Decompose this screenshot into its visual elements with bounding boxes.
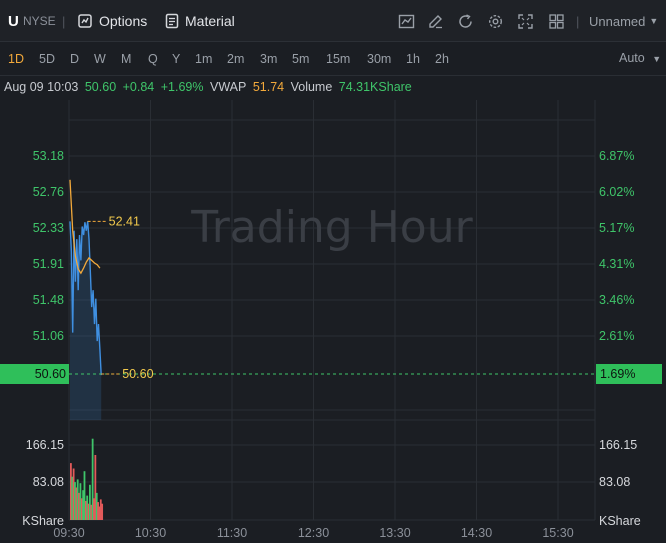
volume-axis-label: 166.15 bbox=[599, 438, 637, 452]
symbol-label[interactable]: U bbox=[8, 0, 19, 42]
tab-period[interactable]: 1m bbox=[195, 42, 212, 76]
tab-period[interactable]: 2h bbox=[435, 42, 449, 76]
time-axis-label: 15:30 bbox=[542, 526, 573, 540]
fullscreen-icon[interactable] bbox=[517, 13, 534, 30]
price-axis-label: 51.48 bbox=[33, 293, 64, 307]
quote-info-bar: Aug 09 10:03 50.60 +0.84 +1.69% VWAP 51.… bbox=[4, 80, 415, 98]
options-icon bbox=[78, 14, 92, 28]
document-icon bbox=[165, 13, 179, 29]
last-price-label: 50.60 bbox=[122, 367, 153, 381]
tab-period[interactable]: M bbox=[121, 42, 131, 76]
tab-period[interactable]: W bbox=[94, 42, 106, 76]
time-axis-label: 10:30 bbox=[135, 526, 166, 540]
current-pct-tag: 1.69% bbox=[596, 364, 662, 384]
period-tabs: 1D 5D D W M Q Y 1m 2m 3m 5m 15m 30m 1h 2… bbox=[0, 42, 666, 76]
options-button[interactable]: Options bbox=[77, 0, 147, 42]
tab-period[interactable]: 5D bbox=[39, 42, 55, 76]
grid-layout-icon[interactable] bbox=[548, 13, 565, 30]
price-axis-label: 52.33 bbox=[33, 221, 64, 235]
material-label: Material bbox=[185, 13, 235, 29]
high-price-label: 52.41 bbox=[109, 214, 140, 228]
volume-value: 74.31KShare bbox=[338, 80, 412, 94]
refresh-icon[interactable] bbox=[457, 13, 474, 30]
volume-unit-label: KShare bbox=[599, 514, 641, 528]
layout-dropdown[interactable]: Unnamed ▼ bbox=[589, 0, 658, 42]
layout-label: Unnamed bbox=[589, 13, 646, 29]
exchange-label: NYSE bbox=[23, 14, 56, 28]
tab-period[interactable]: 3m bbox=[260, 42, 277, 76]
time-axis-label: 13:30 bbox=[379, 526, 410, 540]
tab-period[interactable]: D bbox=[70, 42, 79, 76]
quote-change-pct: +1.69% bbox=[160, 80, 204, 94]
auto-scale-dropdown[interactable]: Auto ▼ bbox=[619, 42, 661, 76]
time-axis-label: 12:30 bbox=[298, 526, 329, 540]
chevron-down-icon: ▼ bbox=[652, 54, 662, 64]
volume-bar bbox=[101, 503, 104, 520]
pct-axis-label: 6.87% bbox=[599, 149, 634, 163]
drawing-pen-icon[interactable] bbox=[427, 13, 444, 30]
vwap-value: 51.74 bbox=[252, 80, 285, 94]
volume-label: Volume bbox=[290, 80, 333, 94]
volume-axis-label: 83.08 bbox=[33, 475, 64, 489]
pct-axis-label: 3.46% bbox=[599, 293, 634, 307]
tab-period[interactable]: 1D bbox=[8, 42, 24, 76]
time-axis-label: 14:30 bbox=[461, 526, 492, 540]
options-label: Options bbox=[99, 13, 148, 29]
price-axis-label: 53.18 bbox=[33, 149, 64, 163]
chart-area[interactable]: Trading Hour 52.41 50.60 53.18 52.76 52.33 5… bbox=[0, 100, 666, 543]
tab-period[interactable]: Q bbox=[148, 42, 158, 76]
watermark-text: Trading Hour bbox=[190, 202, 473, 253]
toolbar-separator-2: | bbox=[576, 13, 580, 29]
auto-label: Auto bbox=[619, 51, 645, 65]
volume-axis-label: 83.08 bbox=[599, 475, 630, 489]
quote-change: +0.84 bbox=[122, 80, 155, 94]
material-button[interactable]: Material bbox=[165, 0, 235, 42]
quote-price: 50.60 bbox=[84, 80, 117, 94]
pct-axis-label: 4.31% bbox=[599, 257, 634, 271]
price-axis-label: 52.76 bbox=[33, 185, 64, 199]
pct-axis-label: 5.17% bbox=[599, 221, 634, 235]
gear-icon[interactable] bbox=[487, 13, 504, 30]
price-axis-label: 51.91 bbox=[33, 257, 64, 271]
chart-type-icon[interactable] bbox=[398, 13, 415, 30]
chevron-down-icon: ▼ bbox=[649, 16, 659, 26]
tab-period[interactable]: 2m bbox=[227, 42, 244, 76]
time-axis-label: 09:30 bbox=[53, 526, 84, 540]
time-axis-label: 11:30 bbox=[217, 526, 247, 540]
intraday-chart[interactable]: Trading Hour 52.41 50.60 53.18 52.76 52.33 5… bbox=[0, 100, 666, 543]
volume-axis-label: 166.15 bbox=[26, 438, 64, 452]
pct-axis-label: 2.61% bbox=[599, 329, 634, 343]
pct-axis-label: 6.02% bbox=[599, 185, 634, 199]
tab-period[interactable]: 1h bbox=[406, 42, 420, 76]
tab-period[interactable]: 5m bbox=[292, 42, 309, 76]
current-price-tag: 50.60 bbox=[0, 364, 69, 384]
tab-period[interactable]: 30m bbox=[367, 42, 391, 76]
vwap-label: VWAP bbox=[209, 80, 247, 94]
tab-period[interactable]: 15m bbox=[326, 42, 350, 76]
chart-grid bbox=[68, 100, 596, 521]
toolbar: U NYSE | Options Material | Unnamed ▼ bbox=[0, 0, 666, 42]
toolbar-separator: | bbox=[62, 13, 66, 29]
quote-datetime: Aug 09 10:03 bbox=[4, 80, 79, 94]
tab-period[interactable]: Y bbox=[172, 42, 180, 76]
price-axis-label: 51.06 bbox=[33, 329, 64, 343]
